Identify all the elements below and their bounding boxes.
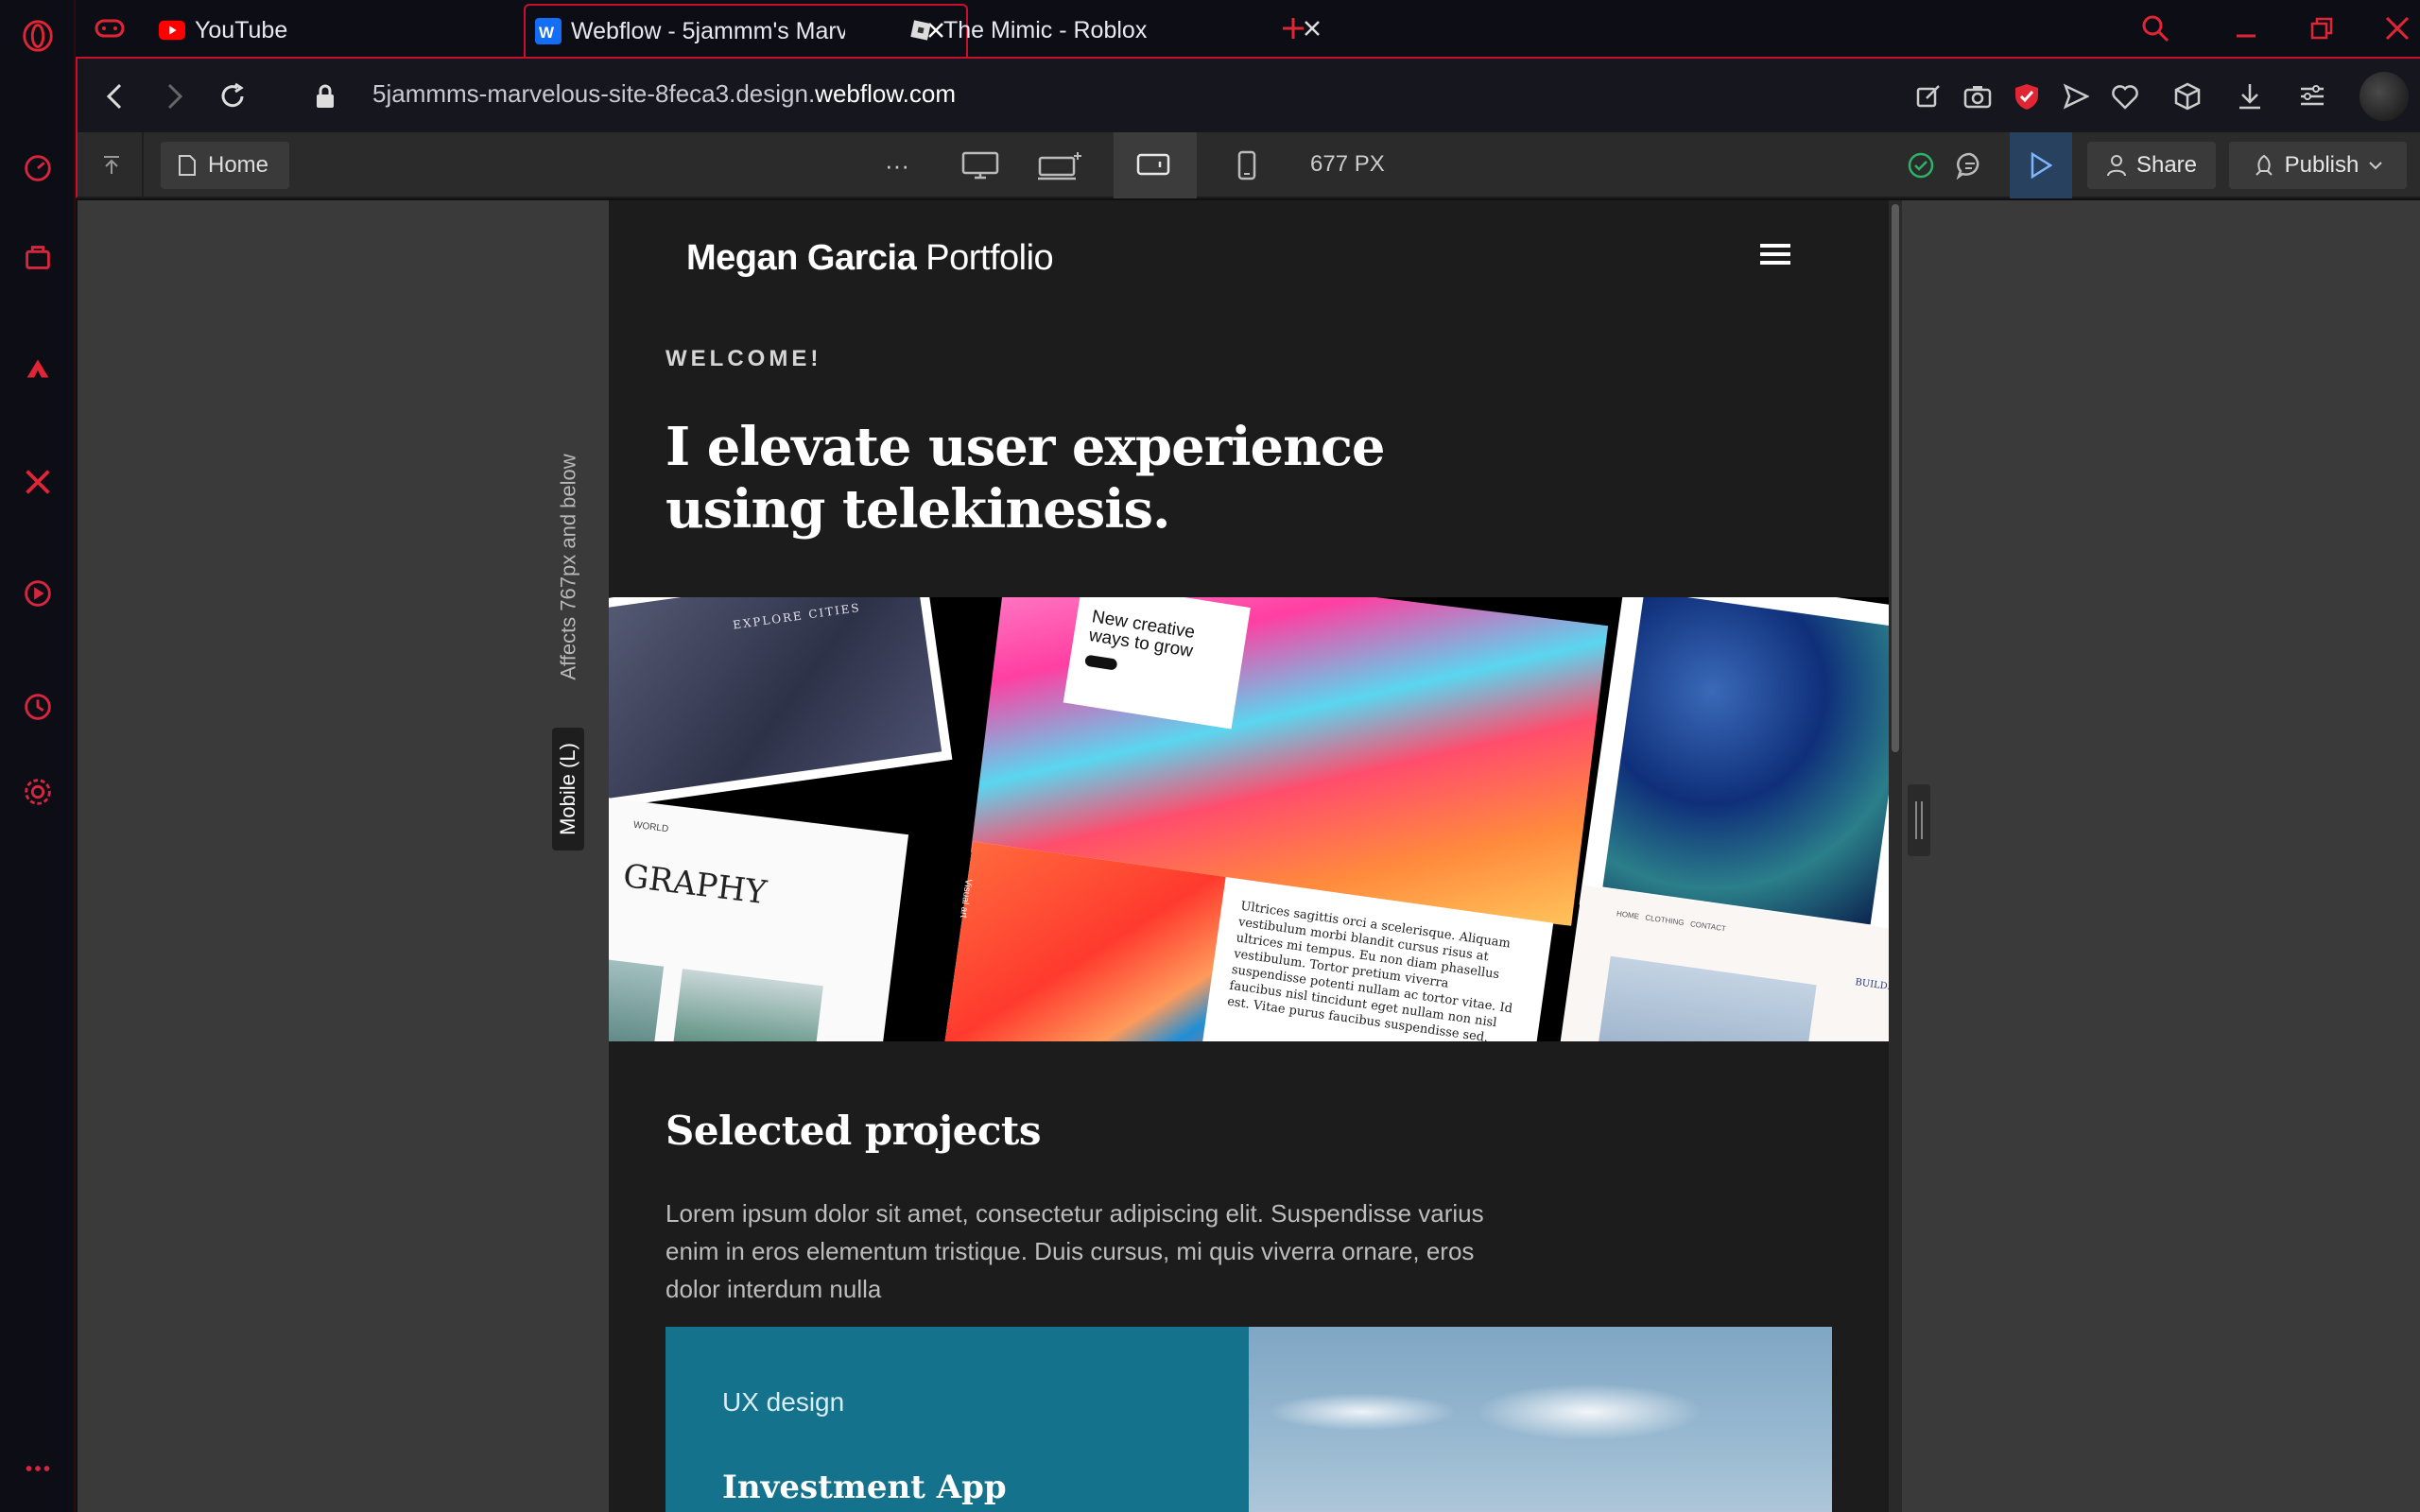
desktop-large-breakpoint-icon[interactable] [1034,144,1085,187]
roblox-icon [908,17,934,43]
tab-title: Webflow - 5jammm's Marv [571,17,845,44]
more-options-icon[interactable]: ··· [872,144,923,187]
player-icon[interactable] [15,571,60,616]
address-bar: 5jammms-marvelous-site-8feca3.design.web… [76,57,2420,132]
page-selector-button[interactable]: Home [161,142,289,189]
adblock-shield-icon[interactable] [2006,76,2048,117]
hamburger-menu-icon[interactable] [1760,244,1790,266]
rocket-icon [2253,154,2275,177]
tab-title: The Mimic - Roblox [943,16,1148,43]
mobile-portrait-breakpoint-icon[interactable] [1197,144,1297,187]
tab-webflow[interactable]: W Webflow - 5jammm's Marv [524,4,968,57]
project-card-image [1249,1327,1832,1512]
selected-projects-heading: Selected projects [666,1108,1041,1154]
browser-sidebar [0,0,76,1512]
url-domain: webflow.com [815,79,957,108]
back-icon[interactable] [95,76,136,117]
preview-play-button[interactable] [2010,132,2072,198]
page-label: Home [208,152,269,178]
canvas-width-readout: 677 PX [1310,151,1385,177]
search-tabs-icon[interactable] [2136,9,2174,47]
more-dots-icon[interactable] [15,1446,60,1491]
site-preview[interactable]: Megan Garcia Portfolio WELCOME! I elevat… [609,200,1889,1512]
webflow-icon: W [535,18,562,44]
publish-label: Publish [2284,152,2360,178]
canvas-scrollbar[interactable] [1889,200,1902,1512]
camera-icon[interactable] [1957,76,1998,117]
edit-icon[interactable] [1908,76,1949,117]
mosaic-tile-cities: EXPLORE CITIES [609,597,953,812]
brand-name: Megan Garcia [686,238,917,278]
project-card-info: UX design Investment App [666,1327,1249,1512]
user-icon [2106,154,2127,177]
share-button[interactable]: Share [2087,142,2216,189]
hero-heading: I elevate user experience using telekine… [666,416,1386,541]
status-check-icon[interactable] [1900,144,1942,187]
comments-icon[interactable] [1949,144,1991,187]
welcome-eyebrow: WELCOME! [666,346,822,371]
share-label: Share [2135,152,2198,178]
profile-avatar[interactable] [2360,72,2409,121]
send-icon[interactable] [2055,76,2097,117]
lock-icon[interactable] [304,76,346,117]
mosaic-tile-photography: WORLD GRAPHY [609,797,909,1041]
breakpoint-note: Affects 767px and below [557,454,581,680]
easy-setup-icon[interactable] [2291,76,2333,117]
desktop-breakpoint-icon[interactable] [955,144,1006,187]
scrollbar-thumb[interactable] [1892,204,1899,752]
tab-title: YouTube [195,16,288,43]
breakpoint-indicator: Affects 767px and below Mobile (L) [550,444,588,850]
brand-suffix: Portfolio [925,238,1054,278]
minimize-icon[interactable] [2227,9,2265,47]
settings-gear-icon[interactable] [15,769,60,815]
project-category: UX design [722,1387,845,1417]
page-icon [178,154,197,177]
x-twitter-icon[interactable] [15,459,60,505]
publish-button[interactable]: Publish [2229,142,2407,189]
aria-icon[interactable] [15,346,60,391]
youtube-icon [159,17,185,43]
selected-projects-description: Lorem ipsum dolor sit amet, consectetur … [666,1199,1484,1303]
project-card[interactable]: UX design Investment App [666,1327,1832,1512]
restore-icon[interactable] [2303,9,2341,47]
url-path: 5jammms-marvelous-site-8feca3.design. [372,79,816,108]
webflow-toolbar: Home ··· 677 PX Share Publish [76,132,2420,198]
play-icon [2030,152,2052,179]
new-tab-icon[interactable] [1276,11,1310,45]
close-window-icon[interactable] [2378,9,2416,47]
history-icon[interactable] [15,684,60,730]
project-name: Investment App [722,1469,1007,1506]
collapse-up-icon[interactable] [91,144,132,187]
mobile-landscape-breakpoint-button[interactable] [1114,132,1197,198]
breakpoint-badge[interactable]: Mobile (L) [552,728,584,850]
url-field[interactable]: 5jammms-marvelous-site-8feca3.design.web… [372,79,956,109]
opera-logo-icon[interactable] [15,13,60,59]
extensions-cube-icon[interactable] [2167,76,2208,117]
svg-text:W: W [539,24,555,42]
heart-icon[interactable] [2104,76,2146,117]
gamepad-icon[interactable] [89,9,130,47]
speed-dial-icon[interactable] [15,146,60,191]
download-icon[interactable] [2229,76,2271,117]
mobile-landscape-icon [1136,153,1170,176]
reload-icon[interactable] [212,76,253,117]
resize-handle[interactable] [1908,784,1930,856]
site-brand[interactable]: Megan Garcia Portfolio [686,238,1054,279]
chevron-down-icon [2368,160,2383,171]
workspaces-icon[interactable] [15,234,60,280]
forward-icon[interactable] [153,76,195,117]
tab-bar: YouTube W Webflow - 5jammm's Marv The Mi… [76,0,2420,57]
project-mosaic-image: EXPLORE CITIES New creative ways to grow… [609,597,1889,1041]
